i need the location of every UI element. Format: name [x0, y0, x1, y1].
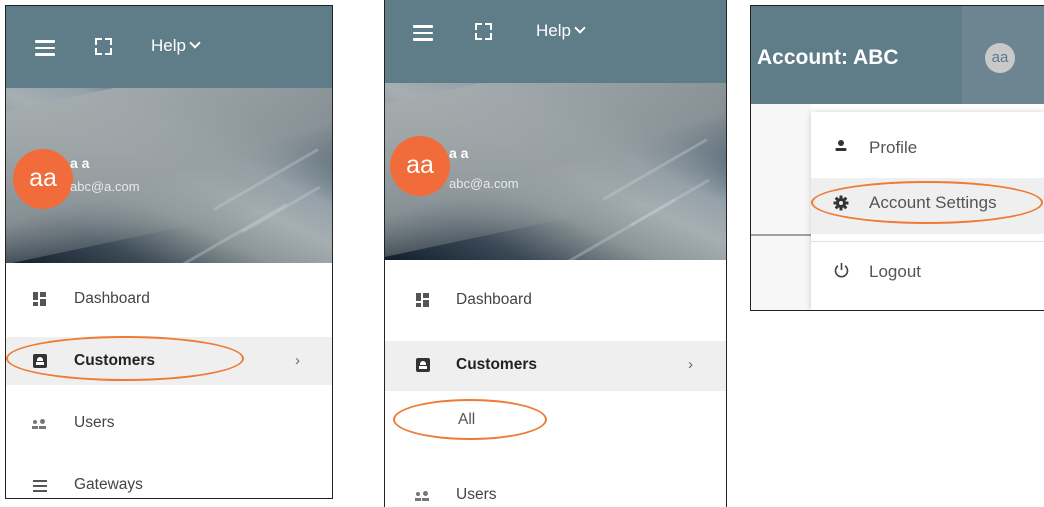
sidebar-item-label: Gateways — [74, 476, 143, 493]
help-label: Help — [536, 21, 571, 40]
menu-item-label: Account Settings — [869, 193, 997, 212]
account-title: Account: ABC — [757, 46, 899, 69]
sidebar-subitem-label: All — [458, 411, 476, 428]
power-icon — [834, 263, 849, 278]
lines-icon — [33, 480, 47, 494]
menu-item-logout[interactable]: Logout — [811, 242, 1044, 302]
screenshot-panel-account-menu: Account: ABC aa Profile Account Settings… — [750, 5, 1044, 311]
hamburger-menu-icon[interactable] — [413, 25, 433, 41]
menu-item-profile[interactable]: Profile — [811, 120, 1044, 178]
user-email: abc@a.com — [70, 179, 140, 194]
menu-item-label: Profile — [869, 138, 918, 157]
sidebar-item-dashboard[interactable]: Dashboard — [385, 276, 726, 324]
fullscreen-icon[interactable] — [475, 23, 492, 40]
help-label: Help — [151, 36, 186, 55]
chevron-down-icon — [189, 37, 201, 49]
account-menu-trigger[interactable]: aa — [962, 6, 1044, 104]
fullscreen-icon[interactable] — [95, 38, 112, 55]
users-icon — [415, 488, 429, 502]
user-avatar[interactable]: aa — [390, 136, 450, 196]
screenshot-panel-sidebar-expanded: Help aa a a abc@a.com Dashboard Customer… — [384, 0, 727, 507]
sidebar-subitem-all[interactable]: All — [385, 396, 726, 444]
chevron-down-icon — [574, 22, 586, 34]
sidebar-item-users[interactable]: Users — [6, 399, 332, 447]
hamburger-menu-icon[interactable] — [35, 40, 55, 56]
sidebar-item-label: Users — [74, 414, 115, 431]
chevron-right-icon: › — [295, 352, 300, 369]
profile-header-image: aa a a abc@a.com — [385, 83, 726, 260]
badge-icon — [33, 354, 47, 368]
sidebar-item-customers[interactable]: Customers › — [385, 341, 726, 391]
person-icon — [835, 140, 847, 151]
dashboard-icon — [416, 293, 430, 307]
help-menu[interactable]: Help — [536, 21, 586, 41]
user-avatar[interactable]: aa — [13, 149, 73, 209]
profile-header-image: aa a a abc@a.com — [6, 88, 332, 263]
chevron-right-icon: › — [688, 356, 693, 373]
user-name: a a — [70, 155, 90, 171]
screenshot-panel-sidebar: Help aa a a abc@a.com Dashboard Customer… — [5, 5, 333, 499]
sidebar-item-users[interactable]: Users — [385, 471, 726, 507]
dashboard-icon — [33, 292, 47, 306]
badge-icon — [416, 358, 430, 372]
user-name: a a — [449, 145, 469, 161]
menu-item-label: Logout — [869, 262, 921, 281]
sidebar-item-label: Dashboard — [456, 291, 532, 308]
sidebar-item-dashboard[interactable]: Dashboard — [6, 275, 332, 323]
gear-icon — [833, 195, 849, 211]
sidebar-item-label: Customers — [456, 356, 537, 373]
menu-item-account-settings[interactable]: Account Settings — [811, 178, 1044, 234]
sidebar-item-label: Customers — [74, 352, 155, 369]
help-menu[interactable]: Help — [151, 36, 201, 56]
sidebar-item-label: Users — [456, 486, 497, 503]
user-email: abc@a.com — [449, 176, 519, 191]
sidebar-item-label: Dashboard — [74, 290, 150, 307]
sidebar-item-customers[interactable]: Customers › — [6, 337, 332, 385]
user-avatar[interactable]: aa — [985, 43, 1015, 73]
account-dropdown-menu: Profile Account Settings Logout — [811, 112, 1044, 310]
top-app-bar: Help — [385, 0, 726, 83]
users-icon — [32, 416, 46, 430]
sidebar-item-gateways[interactable]: Gateways — [6, 461, 332, 498]
top-app-bar: Help — [6, 6, 332, 88]
top-app-bar: Account: ABC aa — [751, 6, 1044, 104]
